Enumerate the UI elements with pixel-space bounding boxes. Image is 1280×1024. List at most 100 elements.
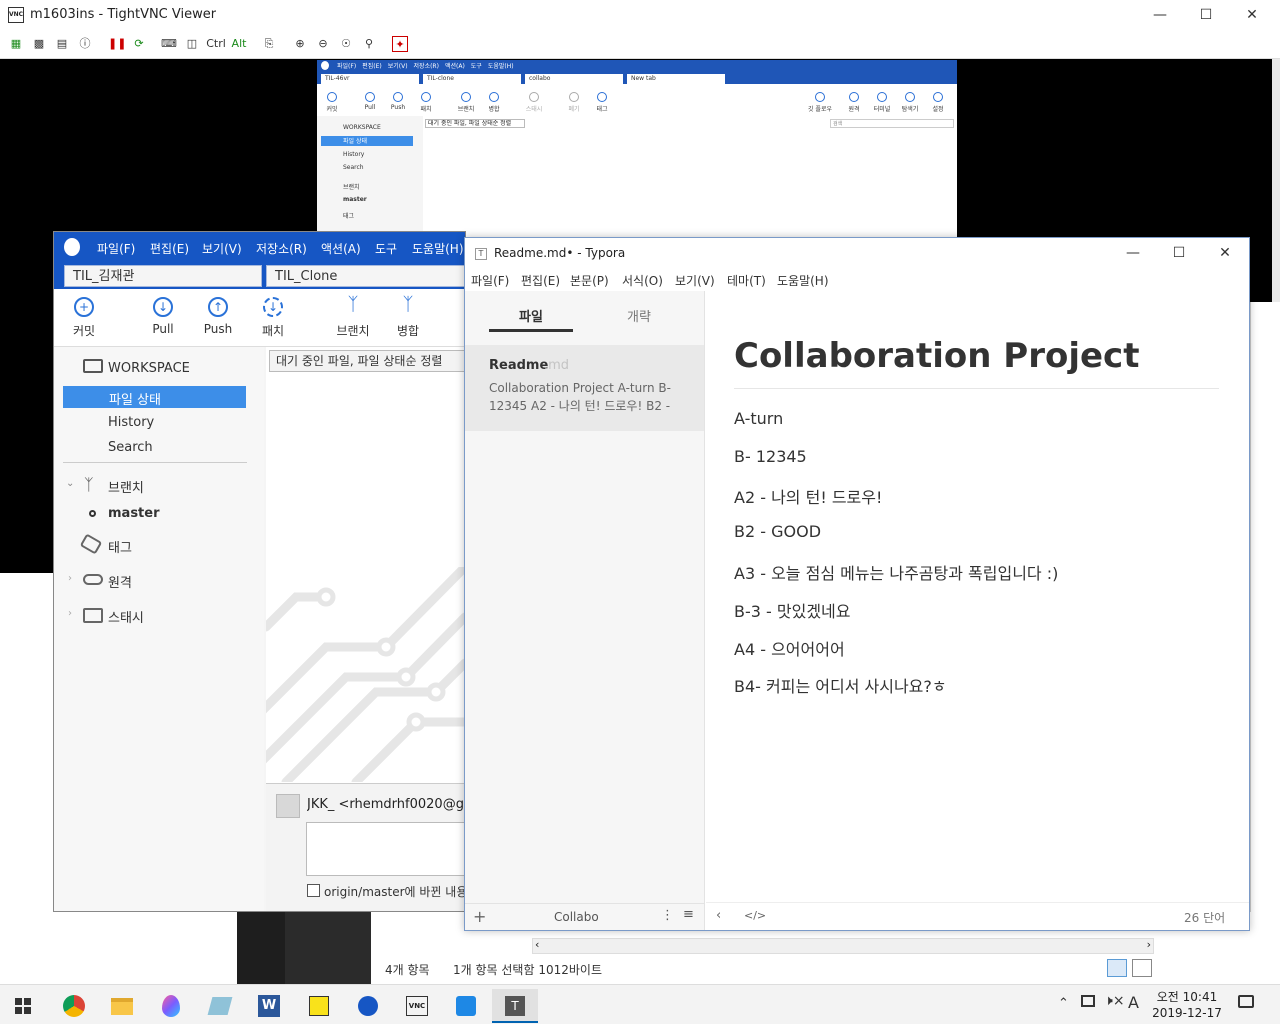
zoom-100-icon[interactable]: ☉ xyxy=(338,36,354,52)
paragraph[interactable]: A3 - 오늘 점심 메뉴는 나주곰탕과 폭립입니다 :) xyxy=(734,560,1058,584)
remote-explorer-button[interactable]: 탐색기 xyxy=(897,92,923,113)
new-file-icon[interactable]: + xyxy=(473,907,486,926)
sidebar-item-master[interactable]: master xyxy=(108,506,160,521)
file-status-filter-dropdown[interactable]: 대기 중인 파일, 파일 상태순 정렬 xyxy=(269,350,469,372)
paragraph[interactable]: B2 - GOOD xyxy=(734,522,821,541)
word-count[interactable]: 26 단어 xyxy=(1184,909,1225,926)
zoom-in-icon[interactable]: ⊕ xyxy=(292,36,308,52)
remote-push-button[interactable]: Push xyxy=(385,92,411,111)
menu-file[interactable]: 파일(F) xyxy=(97,240,135,257)
remote-tag-button[interactable]: 태그 xyxy=(589,92,615,113)
network-icon[interactable] xyxy=(1081,995,1095,1007)
paragraph[interactable]: A4 - 으어어어어 xyxy=(734,636,845,660)
remote-menu-edit[interactable]: 편집(E) xyxy=(362,61,382,70)
sidebar-item-file-status[interactable]: 파일 상태 xyxy=(63,386,246,408)
word-taskbar-button[interactable]: W xyxy=(246,989,292,1023)
notifications-icon[interactable] xyxy=(1238,995,1254,1008)
sidebar-tab-outline[interactable]: 개략 xyxy=(597,306,681,325)
typora-menu-view[interactable]: 보기(V) xyxy=(675,272,715,289)
zoom-out-icon[interactable]: ⊖ xyxy=(315,36,331,52)
sidebar-item-remotes[interactable]: 원격 xyxy=(108,572,132,591)
explorer-horizontal-scrollbar[interactable]: ‹ › xyxy=(532,938,1154,954)
remote-tab-collabo[interactable]: collabo xyxy=(525,74,623,84)
vnc-minimize-button[interactable]: — xyxy=(1137,0,1183,31)
paragraph[interactable]: A2 - 나의 턴! 드로우! xyxy=(734,484,882,508)
remote-search-item[interactable]: Search xyxy=(343,164,364,171)
commit-message-input[interactable] xyxy=(306,822,465,876)
refresh-icon[interactable]: ⟳ xyxy=(131,36,147,52)
remote-menu-action[interactable]: 액션(A) xyxy=(445,61,465,70)
paragraph[interactable]: B-3 - 맛있겠네요 xyxy=(734,598,850,622)
remote-tab-new[interactable]: New tab xyxy=(627,74,725,84)
save-icon[interactable]: ▩ xyxy=(31,36,47,52)
remote-discard-button[interactable]: 폐기 xyxy=(561,92,587,113)
typora-menu-theme[interactable]: 테마(T) xyxy=(727,272,766,289)
clipboard-icon[interactable]: ⎘ xyxy=(261,36,277,52)
chevron-right-icon[interactable]: › xyxy=(68,573,72,584)
notes-taskbar-button[interactable] xyxy=(197,989,243,1023)
paragraph[interactable]: A-turn xyxy=(734,409,783,428)
menu-view[interactable]: 보기(V) xyxy=(202,240,242,257)
remote-menu-view[interactable]: 보기(V) xyxy=(388,61,408,70)
remote-history-item[interactable]: History xyxy=(343,151,364,158)
menu-action[interactable]: 액션(A) xyxy=(321,240,361,257)
typora-minimize-button[interactable]: — xyxy=(1110,238,1156,269)
remote-gitflow-button[interactable]: 깃 플로우 xyxy=(807,92,833,113)
zoom-fit-icon[interactable]: ⚲ xyxy=(361,36,377,52)
scroll-left-icon[interactable]: ‹ xyxy=(535,938,539,951)
sidebar-tab-files[interactable]: 파일 xyxy=(489,306,573,325)
remote-master-item[interactable]: master xyxy=(343,196,367,203)
pull-button[interactable]: ↓ Pull xyxy=(135,297,191,336)
remote-file-status-item[interactable]: 파일 상태 xyxy=(321,136,413,146)
remote-patch-button[interactable]: 패치 xyxy=(413,92,439,113)
merge-button[interactable]: ᛉ 병합 xyxy=(380,296,436,339)
pause-icon[interactable]: ❚❚ xyxy=(108,36,126,52)
sourcetree-taskbar-button[interactable] xyxy=(345,989,391,1023)
menu-repository[interactable]: 저장소(R) xyxy=(256,240,307,257)
ctrl-alt-del-icon[interactable]: ⌨ xyxy=(161,36,177,52)
sticky-notes-taskbar-button[interactable] xyxy=(296,989,342,1023)
remote-commit-button[interactable]: 커밋 xyxy=(319,92,345,113)
options-icon[interactable]: ▤ xyxy=(54,36,70,52)
menu-help[interactable]: 도움말(H) xyxy=(412,240,467,257)
sidebar-item-branches[interactable]: 브랜치 xyxy=(108,477,144,496)
push-immediately-checkbox[interactable] xyxy=(307,884,320,897)
fullscreen-icon[interactable]: ✦ xyxy=(392,36,408,52)
chevron-right-icon[interactable]: › xyxy=(68,608,72,619)
typora-menu-paragraph[interactable]: 본문(P) xyxy=(570,272,609,289)
typora-editor[interactable]: Collaboration Project A-turn B- 12345 A2… xyxy=(706,291,1249,901)
remote-branch-item[interactable]: 브랜치 xyxy=(343,182,360,191)
commit-button[interactable]: + 커밋 xyxy=(56,297,112,339)
typora-window[interactable]: T Readme.md• - Typora — ☐ ✕ 파일(F) 편집(E) … xyxy=(464,237,1250,931)
document-heading[interactable]: Collaboration Project xyxy=(734,336,1139,376)
remote-tab-clone[interactable]: TIL-clone xyxy=(423,74,521,84)
source-code-mode-icon[interactable]: </> xyxy=(744,909,766,922)
remote-pull-button[interactable]: Pull xyxy=(357,92,383,111)
ime-indicator[interactable]: A xyxy=(1128,993,1139,1012)
alt-key-button[interactable]: Alt xyxy=(230,36,248,52)
typora-close-button[interactable]: ✕ xyxy=(1202,238,1248,269)
vscode-taskbar-button[interactable] xyxy=(443,989,489,1023)
system-clock[interactable]: 오전 10:41 2019-12-17 xyxy=(1148,989,1226,1021)
scroll-right-icon[interactable]: › xyxy=(1147,938,1151,951)
remote-terminal-button[interactable]: 터미널 xyxy=(869,92,895,113)
menu-edit[interactable]: 편집(E) xyxy=(150,240,189,257)
sidebar-item-tags[interactable]: 태그 xyxy=(108,537,132,556)
remote-tab-til[interactable]: TIL-46vr xyxy=(321,74,419,84)
remote-menu-help[interactable]: 도움말(H) xyxy=(488,61,514,70)
new-connection-icon[interactable]: ▦ xyxy=(8,36,24,52)
sidebar-item-history[interactable]: History xyxy=(108,415,154,430)
ctrl-key-button[interactable]: Ctrl xyxy=(205,36,227,52)
typora-maximize-button[interactable]: ☐ xyxy=(1156,238,1202,269)
branch-button[interactable]: ᛉ 브랜치 xyxy=(325,296,381,339)
typora-menu-edit[interactable]: 편집(E) xyxy=(521,272,560,289)
volume-muted-icon[interactable]: 🕨× xyxy=(1104,993,1125,1009)
tab-til-clone[interactable]: TIL_Clone xyxy=(266,265,466,287)
win-key-icon[interactable]: ◫ xyxy=(184,36,200,52)
file-list-item[interactable]: Readme .md Collaboration Project A-turn … xyxy=(465,345,704,431)
typora-taskbar-button[interactable]: T xyxy=(492,989,538,1023)
typora-menu-file[interactable]: 파일(F) xyxy=(471,272,509,289)
chevron-down-icon[interactable]: ⌄ xyxy=(66,478,74,489)
paragraph[interactable]: B- 12345 xyxy=(734,447,807,466)
remote-remote-button[interactable]: 원격 xyxy=(841,92,867,113)
